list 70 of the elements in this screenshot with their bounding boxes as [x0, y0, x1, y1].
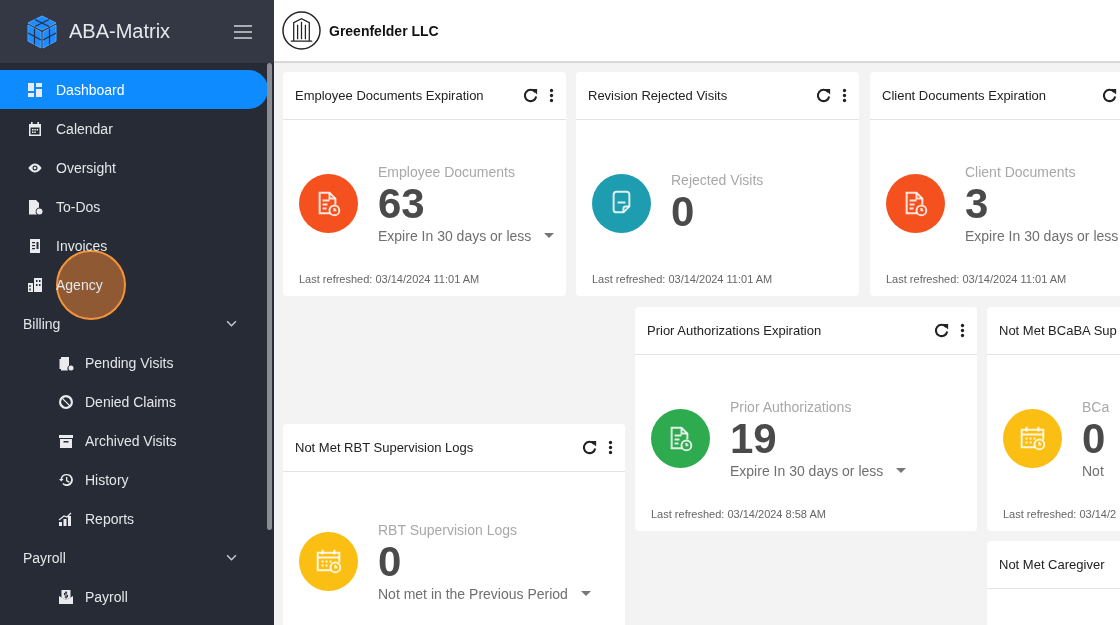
- nav-item[interactable]: Pending Visits: [0, 343, 268, 382]
- refresh-icon[interactable]: [581, 439, 598, 456]
- archive-icon: [58, 432, 74, 449]
- scrollbar-thumb[interactable]: [267, 63, 272, 530]
- ban-icon: [58, 393, 74, 410]
- widget-title: Not Met BCaBA Sup: [999, 323, 1118, 338]
- stat-caption: Not met in the Previous Period: [378, 585, 568, 602]
- nav-item[interactable]: Reports: [0, 499, 268, 538]
- stat-label: BCa: [1082, 398, 1110, 415]
- last-refreshed: Last refreshed: 03/14/2024 11:01 AM: [592, 273, 774, 285]
- refresh-icon[interactable]: [933, 322, 950, 339]
- widget-title: Revision Rejected Visits: [588, 88, 729, 103]
- nav-item[interactable]: Archived Visits: [0, 421, 268, 460]
- last-refreshed: Last refreshed: 03/14/2024 8:58 AM: [651, 508, 827, 520]
- calendar-icon: [27, 120, 43, 137]
- nav-item[interactable]: Denied Claims: [0, 382, 268, 421]
- todo-icon: [27, 198, 43, 215]
- widget-title: Prior Authorizations Expiration: [647, 323, 823, 338]
- widget-title: Client Documents Expiration: [882, 88, 1048, 103]
- nav-item[interactable]: Payroll: [0, 577, 268, 616]
- nav-item[interactable]: Calendar: [0, 109, 268, 148]
- refresh-icon[interactable]: [1101, 87, 1118, 104]
- payroll-icon: [58, 588, 74, 605]
- stat-value: 19: [730, 414, 778, 463]
- stat-caption: Expire In 30 days or less: [378, 227, 532, 244]
- caret-icon[interactable]: [896, 467, 907, 474]
- nav-item[interactable]: To-Dos: [0, 187, 268, 226]
- nav-section[interactable]: Payroll: [0, 538, 274, 577]
- receipt-icon: [58, 354, 74, 371]
- stat-label: Rejected Visits: [671, 171, 764, 188]
- company-name: Greenfelder LLC: [329, 22, 439, 39]
- stat-label: Prior Authorizations: [730, 398, 853, 415]
- refresh-icon[interactable]: [522, 87, 539, 104]
- widget-title: Not Met Caregiver: [999, 557, 1106, 572]
- stat-value: 3: [965, 179, 990, 228]
- refresh-icon[interactable]: [815, 87, 832, 104]
- widget-title: Not Met RBT Supervision Logs: [295, 440, 475, 455]
- stat-caption: Expire In 30 days or less: [965, 227, 1119, 244]
- stat-value: 0: [671, 187, 695, 236]
- stat-value: 0: [378, 537, 403, 586]
- dashboard-icon: [27, 81, 43, 98]
- more-icon[interactable]: [842, 87, 847, 104]
- last-refreshed: Last refreshed: 03/14/2024 11:01 AM: [886, 273, 1068, 285]
- history-icon: [58, 471, 74, 488]
- widget-title: Employee Documents Expiration: [295, 88, 485, 103]
- nav-item[interactable]: Invoices: [0, 226, 268, 265]
- cube-logo-icon: [24, 13, 60, 50]
- nav-item[interactable]: History: [0, 460, 268, 499]
- more-icon[interactable]: [960, 322, 965, 339]
- nav-section[interactable]: Billing: [0, 304, 274, 343]
- more-icon[interactable]: [608, 439, 613, 456]
- stat-label: Client Documents: [965, 163, 1077, 180]
- app-name: ABA-Matrix: [69, 20, 172, 43]
- stat-label: RBT Supervision Logs: [378, 521, 519, 538]
- last-refreshed: Last refreshed: 03/14/2: [1003, 508, 1118, 520]
- stat-value: 63: [378, 179, 425, 228]
- chart-icon: [58, 510, 74, 527]
- more-icon[interactable]: [549, 87, 554, 104]
- building-logo-icon: [282, 11, 321, 50]
- last-refreshed: Last refreshed: 03/14/2024 11:01 AM: [299, 273, 481, 285]
- menu-icon[interactable]: [234, 24, 252, 39]
- stat-label: Employee Documents: [378, 163, 516, 180]
- nav-item[interactable]: Oversight: [0, 148, 268, 187]
- building-icon: [27, 276, 43, 293]
- stat-caption: Not: [1082, 462, 1104, 479]
- caret-icon[interactable]: [580, 590, 591, 597]
- stat-caption: Expire In 30 days or less: [730, 462, 884, 479]
- caret-icon[interactable]: [544, 232, 555, 239]
- invoice-icon: [27, 237, 43, 254]
- stat-value: 0: [1082, 414, 1107, 463]
